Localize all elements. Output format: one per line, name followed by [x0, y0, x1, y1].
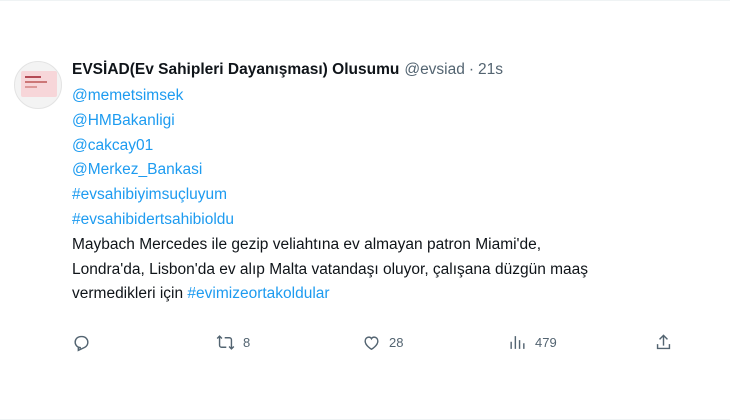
display-name[interactable]: EVSİAD(Ev Sahipleri Dayanışması) Olusumu — [72, 59, 399, 81]
share-button[interactable] — [654, 331, 673, 353]
retweet-icon — [216, 334, 235, 350]
views-count: 479 — [535, 334, 557, 350]
mention-link[interactable]: @HMBakanligi — [72, 109, 712, 134]
tweet-text: Maybach Mercedes ile gezip veliahtına ev… — [72, 233, 712, 307]
tweet-card[interactable]: EVSİAD(Ev Sahipleri Dayanışması) Olusumu… — [0, 0, 730, 420]
like-count: 28 — [389, 334, 404, 350]
heart-icon — [364, 335, 379, 350]
reply-icon — [74, 335, 89, 352]
reply-button[interactable] — [72, 331, 99, 353]
hashtag-link[interactable]: #evsahibiyimsuçluyum — [72, 183, 712, 208]
views-button[interactable]: 479 — [508, 331, 557, 353]
retweet-button[interactable]: 8 — [216, 331, 250, 353]
avatar-card-image — [21, 71, 57, 97]
tweet-text-line: Londra'da, Lisbon'da ev alıp Malta vatan… — [72, 260, 589, 278]
tweet-body: @memetsimsek @HMBakanligi @cakcay01 @Mer… — [72, 84, 712, 307]
tweet-content: EVSİAD(Ev Sahipleri Dayanışması) Olusumu… — [72, 59, 712, 307]
hashtag-link[interactable]: #evimizeortakoldular — [187, 285, 329, 302]
hashtag-link[interactable]: #evsahibidertsahibioldu — [72, 208, 712, 233]
separator-dot: · — [468, 61, 475, 78]
mention-link[interactable]: @memetsimsek — [72, 84, 712, 109]
retweet-count: 8 — [243, 334, 251, 350]
share-icon — [656, 333, 671, 349]
tweet-header: EVSİAD(Ev Sahipleri Dayanışması) Olusumu… — [72, 59, 712, 81]
like-button[interactable]: 28 — [362, 331, 403, 353]
tweet-text-line: vermedikleri için #evimizeortakoldular — [72, 282, 712, 307]
views-icon — [510, 335, 525, 349]
tweet-actions: 8 28 479 — [72, 331, 692, 353]
tweet-text-line: Maybach Mercedes ile gezip veliahtına ev… — [72, 235, 542, 253]
tweet-text-segment: vermedikleri için — [72, 285, 188, 303]
timestamp[interactable]: 21s — [478, 59, 503, 81]
mention-link[interactable]: @cakcay01 — [72, 134, 712, 159]
user-handle[interactable]: @evsiad — [404, 59, 465, 81]
mention-link[interactable]: @Merkez_Bankasi — [72, 158, 712, 183]
avatar[interactable] — [14, 61, 62, 109]
